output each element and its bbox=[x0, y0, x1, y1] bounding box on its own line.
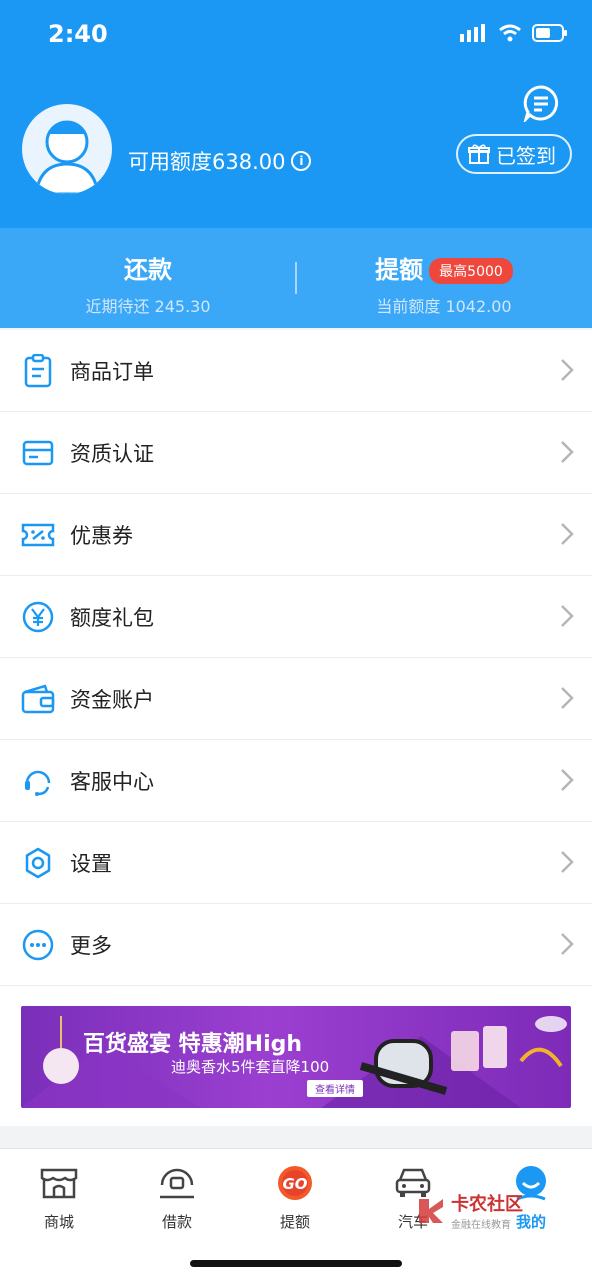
avatar[interactable] bbox=[22, 104, 112, 194]
more-dots-icon bbox=[20, 927, 56, 963]
raise-limit-subtitle: 当前额度 1042.00 bbox=[376, 297, 512, 316]
wifi-icon bbox=[499, 24, 521, 42]
menu-item-orders[interactable]: 商品订单 bbox=[0, 330, 592, 412]
status-icons bbox=[460, 24, 568, 42]
tab-label: 商城 bbox=[43, 1213, 74, 1231]
wallet-icon bbox=[20, 681, 56, 717]
battery-icon bbox=[532, 24, 567, 42]
chevron-right-icon bbox=[561, 441, 574, 463]
gift-icon bbox=[468, 144, 490, 164]
loan-summary: 还款 近期待还 245.30 提额 最高5000 当前额度 1042.00 bbox=[0, 228, 592, 328]
raise-limit-section[interactable]: 提额 最高5000 当前额度 1042.00 bbox=[296, 250, 592, 317]
watermark-logo-icon bbox=[419, 1198, 443, 1223]
headset-icon bbox=[20, 763, 56, 799]
yen-circle-icon bbox=[20, 599, 56, 635]
store-icon bbox=[0, 1163, 118, 1203]
chevron-right-icon bbox=[561, 359, 574, 381]
signin-label: 已签到 bbox=[496, 143, 556, 168]
menu-label: 资金账户 bbox=[70, 687, 154, 712]
tab-raise-limit[interactable]: GO 提额 bbox=[236, 1163, 354, 1232]
chevron-right-icon bbox=[561, 851, 574, 873]
menu-item-certification[interactable]: 资质认证 bbox=[0, 412, 592, 494]
menu-label: 资质认证 bbox=[70, 441, 154, 466]
banner-detail-button[interactable]: 查看详情 bbox=[307, 1080, 363, 1097]
order-clipboard-icon bbox=[20, 353, 56, 389]
max-limit-badge: 最高5000 bbox=[429, 258, 513, 284]
info-icon[interactable]: i bbox=[291, 151, 312, 171]
watermark-subtitle: 金融在线教育 bbox=[451, 1220, 511, 1231]
repay-section[interactable]: 还款 近期待还 245.30 bbox=[0, 250, 296, 317]
chevron-right-icon bbox=[561, 605, 574, 627]
banner-section: 百货盛宴 特惠潮High 迪奥香水5件套直降100 查看详情 bbox=[0, 986, 592, 1126]
coupon-icon bbox=[20, 517, 56, 553]
go-icon: GO bbox=[236, 1163, 354, 1203]
menu-label: 设置 bbox=[70, 851, 112, 876]
card-icon bbox=[20, 435, 56, 471]
profile-header: 可用额度638.00 i 已签到 bbox=[0, 72, 592, 228]
home-indicator bbox=[190, 1260, 402, 1267]
menu-list: 商品订单 资质认证 优惠券 额度礼包 资金账户 客服中心 设置 更多 bbox=[0, 330, 592, 986]
watermark: 卡农社区 金融在线教育 bbox=[415, 1190, 523, 1231]
chevron-right-icon bbox=[561, 769, 574, 791]
raise-limit-title-row: 提额 最高5000 bbox=[296, 250, 592, 285]
message-icon[interactable] bbox=[522, 84, 560, 126]
tab-mall[interactable]: 商城 bbox=[0, 1163, 118, 1232]
chevron-right-icon bbox=[561, 933, 574, 955]
banner-subtitle: 迪奥香水5件套直降100 bbox=[171, 1058, 330, 1076]
tab-loan[interactable]: 借款 bbox=[118, 1163, 236, 1232]
menu-item-settings[interactable]: 设置 bbox=[0, 822, 592, 904]
watermark-title: 卡农社区 bbox=[451, 1194, 523, 1215]
tab-label: 借款 bbox=[161, 1213, 192, 1231]
menu-item-customer-service[interactable]: 客服中心 bbox=[0, 740, 592, 822]
menu-item-more[interactable]: 更多 bbox=[0, 904, 592, 986]
chevron-right-icon bbox=[561, 523, 574, 545]
available-credit: 可用额度638.00 i bbox=[128, 146, 312, 176]
menu-item-coupons[interactable]: 优惠券 bbox=[0, 494, 592, 576]
menu-label: 额度礼包 bbox=[70, 605, 154, 630]
available-credit-text: 可用额度638.00 bbox=[128, 150, 286, 174]
gear-icon bbox=[20, 845, 56, 881]
menu-item-fund-account[interactable]: 资金账户 bbox=[0, 658, 592, 740]
raise-limit-title: 提额 bbox=[375, 256, 424, 284]
menu-label: 客服中心 bbox=[70, 769, 154, 794]
tab-label: 提额 bbox=[279, 1213, 310, 1231]
svg-text:GO: GO bbox=[282, 1175, 307, 1193]
avatar-person-icon bbox=[34, 120, 100, 194]
status-time: 2:40 bbox=[48, 20, 108, 48]
repay-subtitle: 近期待还 245.30 bbox=[85, 297, 211, 316]
signin-button[interactable]: 已签到 bbox=[456, 134, 572, 174]
repay-title: 还款 bbox=[124, 256, 172, 284]
banner-title: 百货盛宴 特惠潮High bbox=[83, 1032, 303, 1057]
promo-banner[interactable]: 百货盛宴 特惠潮High 迪奥香水5件套直降100 查看详情 bbox=[21, 1006, 571, 1108]
signal-icon bbox=[460, 24, 485, 42]
loan-icon bbox=[118, 1163, 236, 1203]
chevron-right-icon bbox=[561, 687, 574, 709]
status-bar: 2:40 bbox=[0, 0, 592, 72]
menu-label: 商品订单 bbox=[70, 359, 154, 384]
menu-label: 优惠券 bbox=[70, 523, 133, 548]
menu-item-credit-gift[interactable]: 额度礼包 bbox=[0, 576, 592, 658]
menu-label: 更多 bbox=[70, 933, 112, 958]
